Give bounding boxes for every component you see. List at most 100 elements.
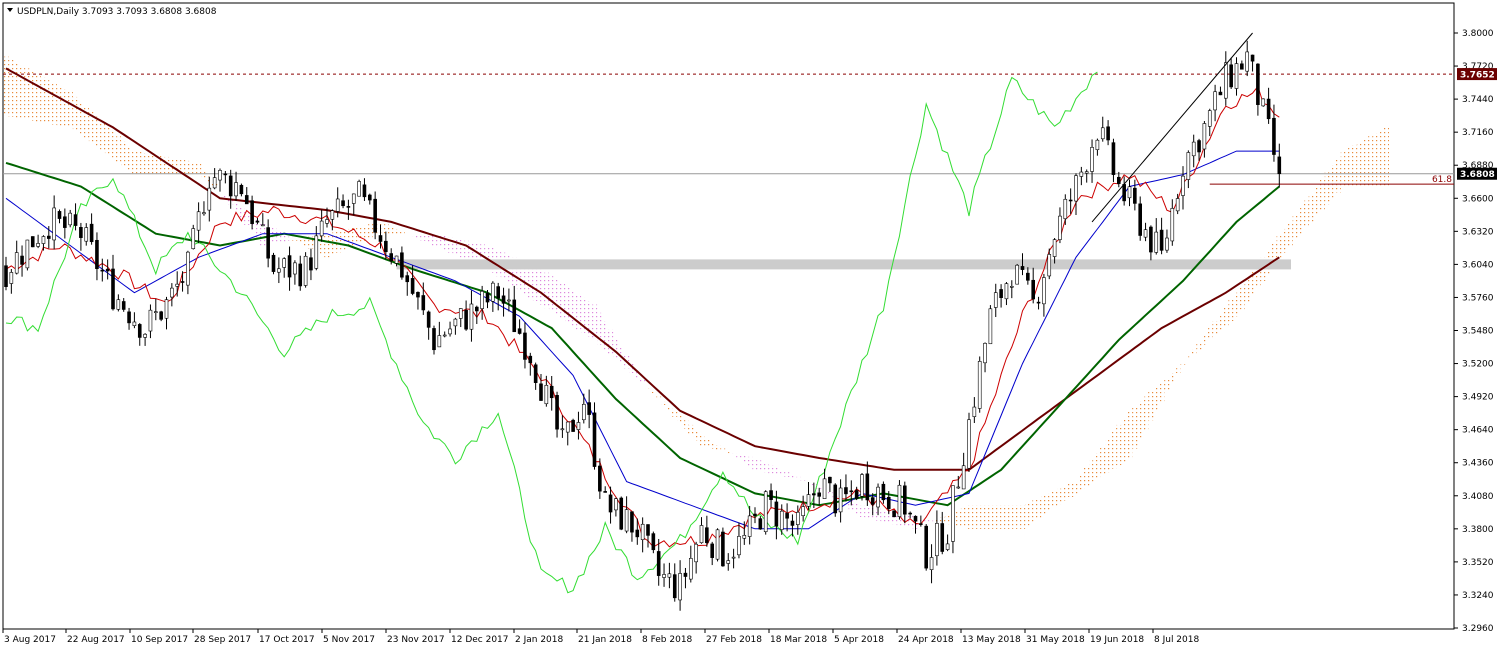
cloud-segment: [404, 233, 410, 235]
cloud-segment: [1116, 424, 1122, 466]
candle-body: [1240, 63, 1244, 70]
cloud-segment: [1030, 500, 1036, 522]
x-tick-label: 18 Mar 2018: [770, 635, 827, 645]
candle-body: [367, 194, 372, 201]
candle-body: [260, 224, 265, 227]
candle-body: [581, 403, 586, 421]
candle-body: [1143, 229, 1148, 238]
candle-body: [1191, 141, 1196, 157]
candle-body: [951, 485, 955, 542]
candle-body: [1229, 64, 1233, 88]
cloud-segment: [1078, 474, 1085, 490]
candle-body: [46, 235, 51, 239]
cloud-segment: [94, 116, 100, 148]
cloud-segment: [190, 161, 196, 175]
y-tick-label: 3.7160: [1462, 128, 1494, 138]
cloud-segment: [971, 505, 978, 529]
candle-body: [961, 465, 966, 490]
cloud-segment: [1142, 396, 1149, 430]
candle-body: [710, 543, 715, 558]
cloud-segment: [1003, 505, 1010, 529]
y-tick-label: 3.5200: [1462, 360, 1494, 370]
candle-body: [1159, 229, 1164, 251]
cloud-segment: [1217, 313, 1224, 331]
candle-body: [993, 292, 998, 308]
candle-body: [1256, 63, 1260, 105]
y-tick-label: 3.4360: [1462, 459, 1494, 469]
candle-body: [822, 478, 827, 499]
candle-body: [437, 335, 442, 348]
candle-body: [972, 406, 977, 417]
x-tick-label: 10 Sep 2017: [131, 635, 188, 645]
x-tick-label: 5 Apr 2018: [834, 635, 884, 645]
candle-body: [491, 282, 495, 302]
candle-body: [218, 170, 222, 181]
cloud-segment: [704, 437, 710, 448]
candle-body: [1106, 126, 1110, 141]
candle-body: [202, 212, 206, 215]
cloud-segment: [233, 202, 239, 212]
y-axis: 3.80003.77203.74403.71603.68803.66003.63…: [1454, 29, 1494, 634]
candle-body: [14, 252, 19, 274]
cloud-segment: [1014, 505, 1020, 529]
cloud-segment: [1191, 349, 1197, 355]
candle-body: [560, 428, 565, 431]
candle-body: [287, 255, 292, 278]
cloud-segment: [137, 152, 143, 175]
candle-body: [758, 518, 763, 530]
candle-body: [41, 236, 46, 244]
cloud-segment: [1335, 158, 1341, 193]
candle-body: [929, 557, 934, 570]
cloud-segment: [147, 154, 154, 175]
cloud-segment: [688, 424, 694, 435]
x-tick-label: 31 May 2018: [1026, 635, 1085, 645]
candle-body: [1063, 198, 1068, 220]
candle-body: [20, 255, 24, 265]
candle: [571, 418, 575, 432]
x-tick-label: 21 Jan 2018: [578, 635, 632, 645]
candle-body: [121, 301, 126, 310]
cloud-segment: [1372, 133, 1379, 187]
x-tick-label: 8 Feb 2018: [642, 635, 693, 645]
candle-body: [849, 490, 854, 493]
cloud-segment: [388, 226, 394, 234]
candle-body: [892, 510, 896, 518]
support-zone-band: [396, 259, 1291, 270]
candle-body: [1052, 239, 1057, 257]
cloud-segment: [677, 415, 683, 423]
candle-body: [753, 513, 757, 517]
cloud-segment: [789, 474, 796, 479]
candle-body: [886, 496, 891, 509]
cloud-segment: [741, 455, 747, 463]
candle-body: [1020, 266, 1025, 270]
price-chart[interactable]: 61.83.80003.77203.74403.71603.68803.6600…: [0, 0, 1497, 651]
candle-body: [293, 262, 297, 275]
candle-body: [854, 490, 859, 499]
candle-body: [239, 184, 244, 195]
candle-body: [346, 206, 351, 208]
candle-body: [469, 303, 474, 330]
candle-body: [1133, 187, 1137, 204]
cloud-segment: [1362, 139, 1368, 187]
candle-body: [1095, 139, 1100, 151]
cloud-segment: [1207, 328, 1213, 340]
candle-body: [672, 574, 677, 599]
cloud-segment: [1346, 148, 1352, 187]
x-tick-label: 3 Aug 2017: [4, 635, 56, 645]
candle-body: [378, 235, 383, 242]
candle-body: [1074, 175, 1078, 202]
cloud-segment: [559, 283, 566, 319]
cloud-segment: [1153, 387, 1159, 411]
candle-body: [384, 240, 388, 253]
x-tick-label: 28 Sep 2017: [194, 635, 251, 645]
candle-body: [908, 512, 912, 515]
cloud-segment: [746, 456, 753, 467]
current-price-label: 3.6808: [1457, 167, 1497, 180]
candle-body: [956, 486, 961, 489]
candle-body: [603, 491, 608, 493]
cloud-segment: [763, 462, 769, 473]
cloud-segment: [30, 71, 36, 121]
cloud-segment: [1228, 299, 1234, 322]
cloud-segment: [1356, 142, 1363, 187]
candle-body: [1266, 98, 1271, 120]
